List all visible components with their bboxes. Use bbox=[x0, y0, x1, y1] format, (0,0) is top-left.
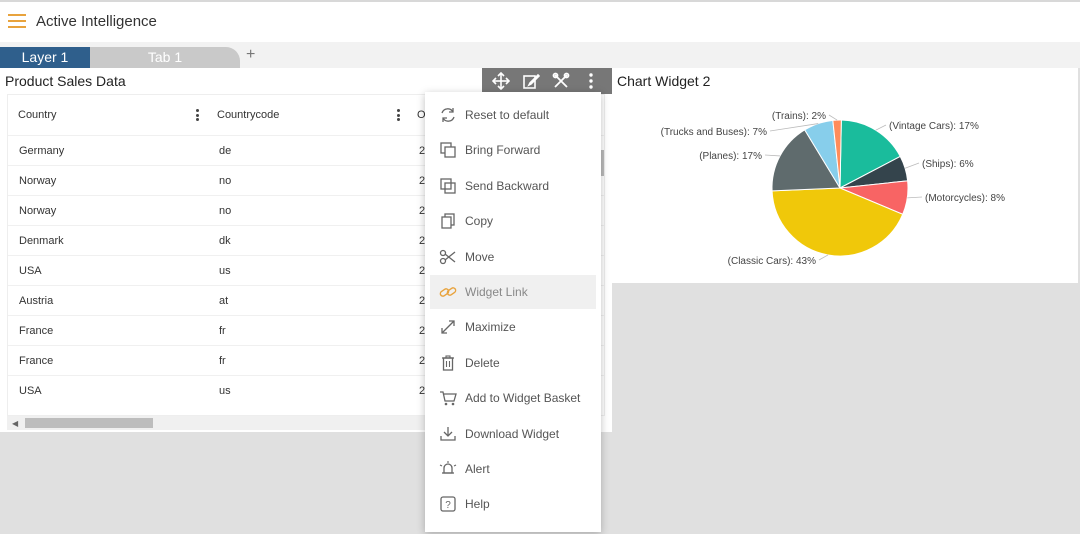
menu-item-label: Maximize bbox=[465, 320, 516, 334]
table-cell: USA bbox=[19, 385, 42, 397]
trash-icon bbox=[442, 355, 454, 371]
pie-label-leader bbox=[875, 124, 887, 131]
move-icon[interactable] bbox=[492, 72, 510, 90]
pie-slice-label: (Trucks and Buses): 7% bbox=[661, 127, 767, 138]
svg-text:?: ? bbox=[445, 500, 451, 511]
menu-item-label: Widget Link bbox=[465, 285, 528, 299]
hamburger-menu-icon[interactable] bbox=[8, 14, 26, 28]
column-header-country[interactable]: Country bbox=[18, 95, 57, 135]
maximize-icon bbox=[441, 320, 455, 334]
pie-slice-label: (Classic Cars): 43% bbox=[728, 256, 816, 267]
table-cell: fr bbox=[219, 355, 226, 367]
tools-icon[interactable] bbox=[552, 72, 570, 90]
pie-slice-label: (Planes): 17% bbox=[699, 151, 762, 162]
download-icon bbox=[440, 427, 456, 441]
pie-label-leader bbox=[818, 254, 829, 261]
widget-context-menu: Reset to default Bring Forward Send Backwa… bbox=[425, 92, 601, 532]
tab-1[interactable]: Tab 1 bbox=[90, 47, 240, 68]
menu-item-move[interactable]: Move bbox=[430, 240, 596, 274]
pie-slice-label: (Motorcycles): 8% bbox=[925, 193, 1005, 204]
table-cell: Norway bbox=[19, 175, 57, 187]
cart-icon bbox=[440, 391, 457, 406]
table-cell: France bbox=[19, 325, 54, 337]
bring-forward-icon bbox=[440, 142, 456, 158]
pie-label-leader bbox=[764, 154, 781, 157]
table-cell: de bbox=[219, 145, 232, 157]
table-cell: France bbox=[19, 355, 54, 367]
table-cell: Denmark bbox=[19, 235, 64, 247]
scissors-icon bbox=[439, 249, 456, 265]
menu-item-copy[interactable]: Copy bbox=[430, 204, 596, 238]
top-bar: Active Intelligence bbox=[0, 0, 1080, 42]
more-options-icon[interactable] bbox=[582, 72, 600, 90]
menu-item-label: Move bbox=[465, 250, 495, 264]
horizontal-scrollbar[interactable]: ◀ bbox=[7, 416, 427, 430]
menu-item-delete[interactable]: Delete bbox=[430, 346, 596, 380]
widget-title: Product Sales Data bbox=[5, 73, 126, 89]
menu-item-label: Copy bbox=[465, 214, 494, 228]
link-icon bbox=[439, 287, 457, 297]
table-cell: us bbox=[219, 385, 231, 397]
pie-slice-label: (Ships): 6% bbox=[922, 159, 974, 170]
pie-label-leader bbox=[828, 114, 838, 121]
bell-icon bbox=[439, 461, 457, 474]
table-cell: at bbox=[219, 295, 229, 307]
widget-toolbar bbox=[482, 68, 612, 94]
table-cell: Norway bbox=[19, 205, 57, 217]
menu-item-label: Add to Widget Basket bbox=[465, 391, 581, 405]
menu-item-bring-forward[interactable]: Bring Forward bbox=[430, 133, 596, 167]
column-menu-icon[interactable] bbox=[196, 109, 199, 121]
scrollbar-thumb[interactable] bbox=[25, 418, 153, 428]
menu-item-add-to-widget-basket[interactable]: Add to Widget Basket bbox=[430, 381, 596, 415]
menu-item-label: Download Widget bbox=[465, 427, 560, 441]
menu-item-widget-link[interactable]: Widget Link bbox=[430, 275, 596, 309]
pie-label-leader bbox=[907, 196, 923, 199]
app-title: Active Intelligence bbox=[36, 13, 157, 30]
pie-slice-label: (Vintage Cars): 17% bbox=[889, 121, 979, 132]
column-menu-icon[interactable] bbox=[397, 109, 400, 121]
column-header-countrycode[interactable]: Countrycode bbox=[217, 95, 279, 135]
send-backward-icon bbox=[440, 178, 456, 194]
menu-item-send-backward[interactable]: Send Backward bbox=[430, 169, 596, 203]
edit-icon[interactable] bbox=[522, 72, 540, 90]
table-cell: dk bbox=[219, 235, 231, 247]
menu-item-label: Delete bbox=[465, 356, 500, 370]
scroll-left-icon[interactable]: ◀ bbox=[12, 419, 18, 428]
help-icon: ? bbox=[440, 496, 456, 512]
menu-item-download-widget[interactable]: Download Widget bbox=[430, 417, 596, 451]
table-cell: us bbox=[219, 265, 231, 277]
menu-item-label: Bring Forward bbox=[465, 143, 541, 157]
table-cell: USA bbox=[19, 265, 42, 277]
pie-chart: (Vintage Cars): 17% (Ships): 6% (Motorcycl… bbox=[661, 111, 1005, 267]
menu-item-alert[interactable]: Alert bbox=[430, 452, 596, 486]
copy-icon bbox=[441, 213, 455, 229]
table-cell: Germany bbox=[19, 145, 65, 157]
menu-item-label: Help bbox=[465, 497, 490, 511]
tab-layer-1[interactable]: Layer 1 bbox=[0, 47, 90, 68]
pie-slice-label: (Trains): 2% bbox=[772, 111, 826, 122]
menu-item-label: Alert bbox=[465, 462, 490, 476]
table-cell: no bbox=[219, 175, 232, 187]
table-cell: no bbox=[219, 205, 232, 217]
refresh-icon bbox=[441, 108, 455, 122]
menu-item-maximize[interactable]: Maximize bbox=[430, 310, 596, 344]
menu-item-reset-to-default[interactable]: Reset to default bbox=[430, 98, 596, 132]
menu-item-label: Send Backward bbox=[465, 179, 550, 193]
menu-item-help[interactable]: ? Help bbox=[430, 487, 596, 521]
table-cell: Austria bbox=[19, 295, 54, 307]
chart-widget[interactable]: Chart Widget 2 (Vintage Cars): 17% (Ships… bbox=[612, 68, 1078, 283]
table-cell: fr bbox=[219, 325, 226, 337]
tab-bar: Layer 1 Tab 1 + bbox=[0, 42, 1080, 68]
add-tab-button[interactable]: + bbox=[246, 46, 255, 64]
pie-label-leader bbox=[904, 162, 920, 169]
menu-item-label: Reset to default bbox=[465, 108, 550, 122]
